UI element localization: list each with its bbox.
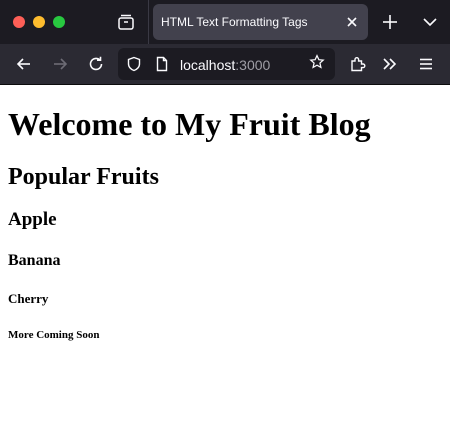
page-content: Welcome to My Fruit Blog Popular Fruits … <box>0 106 450 342</box>
url-host: localhost <box>180 57 236 73</box>
heading-level-3: Apple <box>8 209 57 230</box>
chevron-down-icon[interactable] <box>420 12 440 32</box>
tab-active[interactable]: HTML Text Formatting Tags <box>153 4 368 40</box>
heading-level-4: Banana <box>8 252 61 269</box>
url-text[interactable]: localhost:3000 <box>180 57 270 73</box>
url-port: :3000 <box>235 57 271 73</box>
overflow-icon[interactable] <box>380 54 400 74</box>
shield-icon[interactable] <box>126 56 142 72</box>
url-bar[interactable]: localhost:3000 <box>118 48 335 80</box>
heading-level-5: Cherry <box>8 291 49 306</box>
back-arrow-icon[interactable] <box>14 54 34 74</box>
extensions-icon[interactable] <box>348 54 368 74</box>
reload-icon[interactable] <box>86 54 106 74</box>
close-icon[interactable] <box>344 14 360 30</box>
heading-level-2: Popular Fruits <box>8 164 159 190</box>
star-icon[interactable] <box>309 54 325 70</box>
zoom-window-button[interactable] <box>53 16 65 28</box>
close-window-button[interactable] <box>13 16 25 28</box>
tab-title: HTML Text Formatting Tags <box>161 15 308 29</box>
forward-arrow-icon[interactable] <box>50 54 70 74</box>
tab-list-icon[interactable] <box>114 10 138 34</box>
page-icon[interactable] <box>154 56 170 72</box>
heading-level-1: Welcome to My Fruit Blog <box>8 106 371 142</box>
browser-titlebar: HTML Text Formatting Tags <box>0 0 450 44</box>
plus-icon[interactable] <box>380 12 400 32</box>
minimize-window-button[interactable] <box>33 16 45 28</box>
browser-toolbar: localhost:3000 <box>0 44 450 85</box>
heading-level-6: More Coming Soon <box>8 329 100 341</box>
hamburger-menu-icon[interactable] <box>416 54 436 74</box>
tabbar-divider <box>148 0 149 44</box>
